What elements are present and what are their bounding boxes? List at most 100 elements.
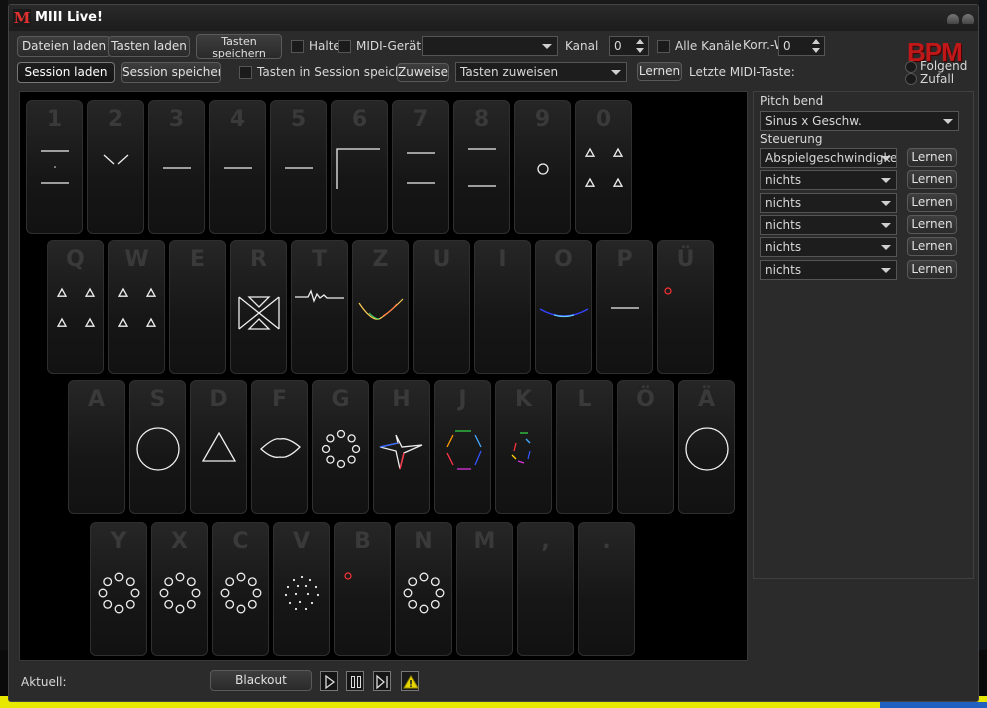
- key-m[interactable]: M: [456, 522, 513, 656]
- key-f[interactable]: F: [251, 380, 308, 514]
- key-3[interactable]: 3: [148, 100, 205, 234]
- spin-up-icon[interactable]: [636, 39, 644, 44]
- key-z[interactable]: Z: [352, 240, 409, 374]
- key-visual-icon: [446, 430, 482, 470]
- steuerung-lernen-button[interactable]: Lernen: [907, 259, 957, 279]
- key-c[interactable]: C: [212, 522, 269, 656]
- midi-geraet-checkbox[interactable]: [338, 40, 351, 53]
- pause-button[interactable]: [346, 671, 364, 691]
- steuerung-label: Steuerung: [760, 132, 823, 146]
- key-label: M: [473, 529, 496, 554]
- steuerung-select[interactable]: nichts: [760, 259, 897, 280]
- key-r[interactable]: R: [230, 240, 287, 374]
- pitch-bend-select[interactable]: Sinus x Geschw.: [760, 111, 959, 131]
- key-label: ,: [541, 529, 550, 554]
- key-a[interactable]: A: [68, 380, 125, 514]
- zufall-radio[interactable]: [905, 73, 917, 85]
- tasten-speichern-button[interactable]: Tasten speichern: [196, 34, 282, 59]
- key-ö[interactable]: Ö: [617, 380, 674, 514]
- steuerung-select[interactable]: Abspielgeschwindigkeit: [760, 148, 897, 168]
- key-comma[interactable]: ,: [517, 522, 574, 656]
- key-j[interactable]: J: [434, 380, 491, 514]
- key-label: .: [602, 529, 611, 554]
- kanal-spinner[interactable]: 0: [609, 36, 649, 56]
- key-1[interactable]: 1: [26, 100, 83, 234]
- key-u[interactable]: U: [413, 240, 470, 374]
- key-k[interactable]: K: [495, 380, 552, 514]
- key-l[interactable]: L: [556, 380, 613, 514]
- steuerung-select[interactable]: nichts: [760, 192, 897, 213]
- key-v[interactable]: V: [273, 522, 330, 656]
- key-4[interactable]: 4: [209, 100, 266, 234]
- key-n[interactable]: N: [395, 522, 452, 656]
- control-panel: Pitch bend Sinus x Geschw. Steuerung Abs…: [753, 91, 974, 579]
- key-7[interactable]: 7: [392, 100, 449, 234]
- steuerung-lernen-button[interactable]: Lernen: [907, 170, 957, 190]
- steuerung-lernen-button[interactable]: Lernen: [907, 148, 957, 167]
- key-s[interactable]: S: [129, 380, 186, 514]
- next-button[interactable]: [373, 671, 391, 691]
- key-d[interactable]: D: [190, 380, 247, 514]
- key-visual-icon: [98, 572, 140, 614]
- halte-checkbox[interactable]: [291, 40, 304, 53]
- key-y[interactable]: Y: [90, 522, 147, 656]
- alle-kanaele-checkbox[interactable]: [657, 40, 670, 53]
- steuerung-value: nichts: [765, 173, 802, 188]
- pause-icon: [351, 676, 361, 688]
- steuerung-value: Abspielgeschwindigkeit: [765, 151, 897, 165]
- key-o[interactable]: O: [535, 240, 592, 374]
- key-visual-icon: [344, 572, 352, 580]
- key-p[interactable]: P: [596, 240, 653, 374]
- key-h[interactable]: H: [373, 380, 430, 514]
- key-b[interactable]: B: [334, 522, 391, 656]
- dateien-laden-button[interactable]: Dateien laden: [17, 36, 111, 57]
- key-t[interactable]: T: [291, 240, 348, 374]
- key-e[interactable]: E: [169, 240, 226, 374]
- key-period[interactable]: .: [578, 522, 635, 656]
- key-visual-icon: [511, 432, 531, 464]
- key-8[interactable]: 8: [453, 100, 510, 234]
- session-laden-button[interactable]: Session laden: [17, 62, 115, 83]
- midi-geraet-select[interactable]: [422, 36, 558, 56]
- chevron-down-icon: [881, 245, 891, 251]
- folgend-radio[interactable]: [905, 61, 917, 73]
- tasten-laden-button[interactable]: Tasten laden: [108, 36, 190, 57]
- midi-geraet-label: MIDI-Gerät: [356, 39, 422, 53]
- key-i[interactable]: I: [474, 240, 531, 374]
- chevron-down-icon: [881, 267, 891, 273]
- steuerung-lernen-button[interactable]: Lernen: [907, 237, 957, 257]
- spin-down-icon[interactable]: [636, 48, 644, 53]
- key-ü[interactable]: Ü: [657, 240, 714, 374]
- steuerung-select[interactable]: nichts: [760, 170, 897, 191]
- lernen-button[interactable]: Lernen: [637, 62, 682, 81]
- key-w[interactable]: W: [108, 240, 165, 374]
- play-button[interactable]: [320, 671, 338, 691]
- spin-down-icon[interactable]: [812, 48, 820, 53]
- minimize-button[interactable]: [947, 14, 959, 24]
- warning-button[interactable]: [401, 671, 419, 691]
- key-visual-icon: [611, 307, 639, 309]
- key-ä[interactable]: Ä: [678, 380, 735, 514]
- key-q[interactable]: Q: [47, 240, 104, 374]
- close-button[interactable]: [962, 14, 974, 24]
- key-x[interactable]: X: [151, 522, 208, 656]
- zuweisen-button[interactable]: Zuweisen: [397, 63, 449, 82]
- steuerung-select[interactable]: nichts: [760, 237, 897, 258]
- key-2[interactable]: 2: [87, 100, 144, 234]
- key-6[interactable]: 6: [331, 100, 388, 234]
- steuerung-lernen-button[interactable]: Lernen: [907, 192, 957, 212]
- key-g[interactable]: G: [312, 380, 369, 514]
- steuerung-lernen-button[interactable]: Lernen: [907, 214, 957, 234]
- session-speichern-button[interactable]: Session speichern: [121, 62, 221, 83]
- spin-up-icon[interactable]: [812, 39, 820, 44]
- key-9[interactable]: 9: [514, 100, 571, 234]
- key-5[interactable]: 5: [270, 100, 327, 234]
- taskbar-blue: [880, 702, 987, 708]
- key-label: Ö: [636, 387, 655, 412]
- steuerung-select[interactable]: nichts: [760, 214, 897, 235]
- korr-spinner[interactable]: 0: [778, 36, 825, 56]
- key-0[interactable]: 0: [575, 100, 632, 234]
- tasten-in-session-checkbox[interactable]: [239, 66, 252, 79]
- blackout-button[interactable]: Blackout: [210, 670, 312, 691]
- tasten-zuweisen-select[interactable]: Tasten zuweisen: [455, 62, 627, 82]
